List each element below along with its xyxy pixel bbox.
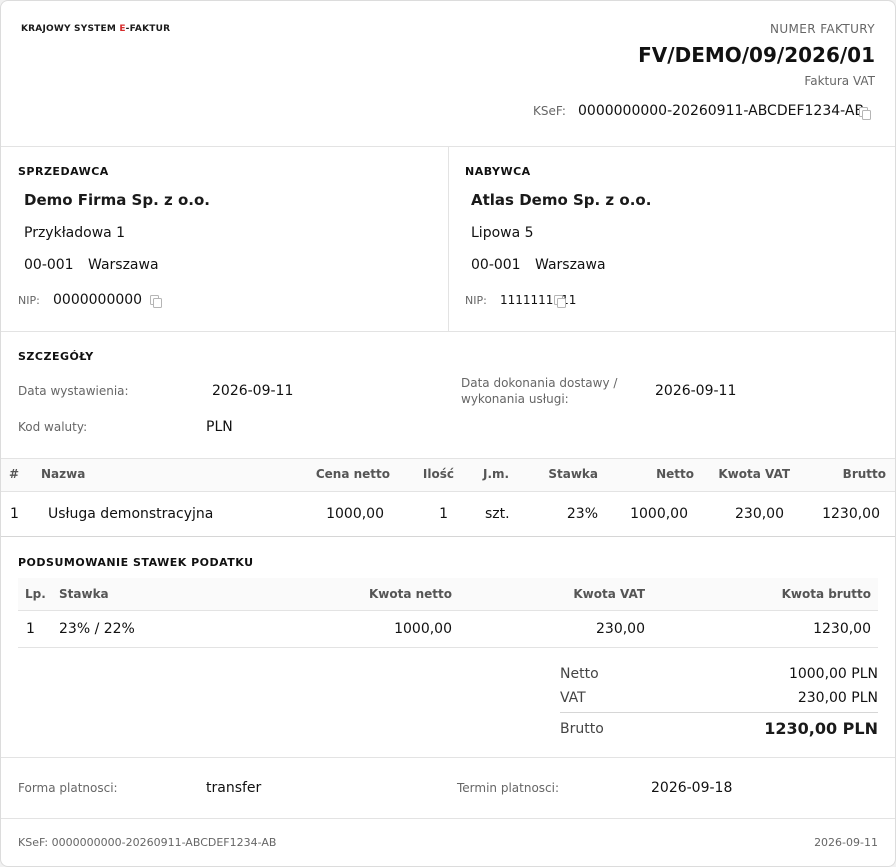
col-vat: Kwota VAT <box>718 467 790 481</box>
divider <box>18 610 878 611</box>
tax-col-net: Kwota netto <box>368 587 452 601</box>
cell-vat: 230,00 <box>735 506 784 522</box>
cell-qty: 1 <box>439 506 448 522</box>
invoice-number-label: NUMER FAKTURY <box>769 22 875 36</box>
buyer-title: NABYWCA <box>465 165 531 178</box>
buyer-name: Atlas Demo Sp. z o.o. <box>471 191 652 209</box>
divider <box>1 491 895 492</box>
cell-no: 1 <box>10 506 19 522</box>
copy-buyer-nip-icon[interactable] <box>554 295 566 308</box>
tax-col-lp: Lp. <box>25 587 46 601</box>
delivery-date-label-1: Data dokonania dostawy / <box>461 376 618 390</box>
tax-cell-gross: 1230,00 <box>813 621 871 637</box>
payment-due-date: 2026-09-18 <box>651 780 733 796</box>
invoice-number: FV/DEMO/09/2026/01 <box>638 43 875 67</box>
tax-cell-vat: 230,00 <box>596 621 645 637</box>
col-name: Nazwa <box>41 467 86 481</box>
col-net: Netto <box>656 467 694 481</box>
payment-due-label: Termin platnosci: <box>457 781 560 795</box>
divider <box>18 647 878 648</box>
ksef-label: KSeF: <box>533 104 566 118</box>
currency-value: PLN <box>206 419 233 435</box>
cell-unit-price: 1000,00 <box>326 506 384 522</box>
cell-net: 1000,00 <box>630 506 688 522</box>
totals-net-label: Netto <box>560 666 599 682</box>
tax-col-rate: Stawka <box>59 587 109 601</box>
col-unit: J.m. <box>483 467 510 481</box>
tax-col-gross: Kwota brutto <box>781 587 871 601</box>
col-unit-price: Cena netto <box>315 467 390 481</box>
divider <box>1 536 895 537</box>
cell-gross: 1230,00 <box>822 506 880 522</box>
cell-unit: szt. <box>485 506 510 522</box>
divider <box>1 818 895 819</box>
seller-name: Demo Firma Sp. z o.o. <box>24 191 210 209</box>
divider <box>1 331 895 332</box>
cell-rate: 23% <box>566 506 598 522</box>
invoice-type: Faktura VAT <box>804 74 875 88</box>
delivery-date-label-2: wykonania usługi: <box>461 392 569 406</box>
buyer-city: Warszawa <box>535 257 606 273</box>
tax-cell-rate: 23% / 22% <box>59 621 135 637</box>
payment-method: transfer <box>206 780 262 796</box>
footer-date: 2026-09-11 <box>814 836 878 849</box>
buyer-nip-label: NIP: <box>465 294 487 307</box>
col-rate: Stawka <box>548 467 598 481</box>
seller-nip: 0000000000 <box>53 292 143 308</box>
vertical-divider <box>448 147 449 331</box>
divider <box>1 458 895 459</box>
totals-gross-label: Brutto <box>560 721 604 737</box>
delivery-date: 2026-09-11 <box>655 383 737 399</box>
seller-nip-label: NIP: <box>18 294 40 307</box>
col-gross: Brutto <box>842 467 886 481</box>
totals-net: 1000,00 PLN <box>788 666 878 682</box>
buyer-postal-code: 00-001 <box>471 257 521 273</box>
totals-divider <box>560 712 878 713</box>
tax-cell-lp: 1 <box>26 621 35 637</box>
totals-vat: 230,00 PLN <box>797 690 878 706</box>
issue-date-label: Data wystawienia: <box>18 384 129 398</box>
tax-cell-net: 1000,00 <box>394 621 452 637</box>
buyer-street: Lipowa 5 <box>471 225 534 241</box>
cell-name: Usługa demonstracyjna <box>48 506 214 522</box>
copy-seller-nip-icon[interactable] <box>150 295 162 308</box>
col-qty: Ilość <box>422 467 454 481</box>
seller-city: Warszawa <box>88 257 159 273</box>
details-title: SZCZEGÓŁY <box>18 350 94 363</box>
tax-col-vat: Kwota VAT <box>573 587 645 601</box>
tax-summary-title: PODSUMOWANIE STAWEK PODATKU <box>18 556 254 569</box>
copy-ksef-icon[interactable] <box>859 107 871 120</box>
divider <box>1 757 895 758</box>
seller-title: SPRZEDAWCA <box>18 165 109 178</box>
issue-date: 2026-09-11 <box>212 383 294 399</box>
totals-vat-label: VAT <box>560 690 586 706</box>
payment-method-label: Forma platnosci: <box>18 781 118 795</box>
brand-prefix: KRAJOWY SYSTEM <box>21 24 120 34</box>
seller-street: Przykładowa 1 <box>24 225 126 241</box>
brand-suffix: -FAKTUR <box>125 24 171 34</box>
invoice-card: KRAJOWY SYSTEM E-FAKTUR NUMER FAKTURY FV… <box>0 0 896 867</box>
col-no: # <box>9 467 20 481</box>
ksef-number: 0000000000-20260911-ABCDEF1234-AB <box>578 103 865 119</box>
seller-postal-code: 00-001 <box>24 257 74 273</box>
currency-label: Kod waluty: <box>18 420 88 434</box>
brand-logo: KRAJOWY SYSTEM E-FAKTUR <box>21 24 170 34</box>
footer-ksef: KSeF: 0000000000-20260911-ABCDEF1234-AB <box>18 836 277 849</box>
totals-gross: 1230,00 PLN <box>764 719 878 738</box>
